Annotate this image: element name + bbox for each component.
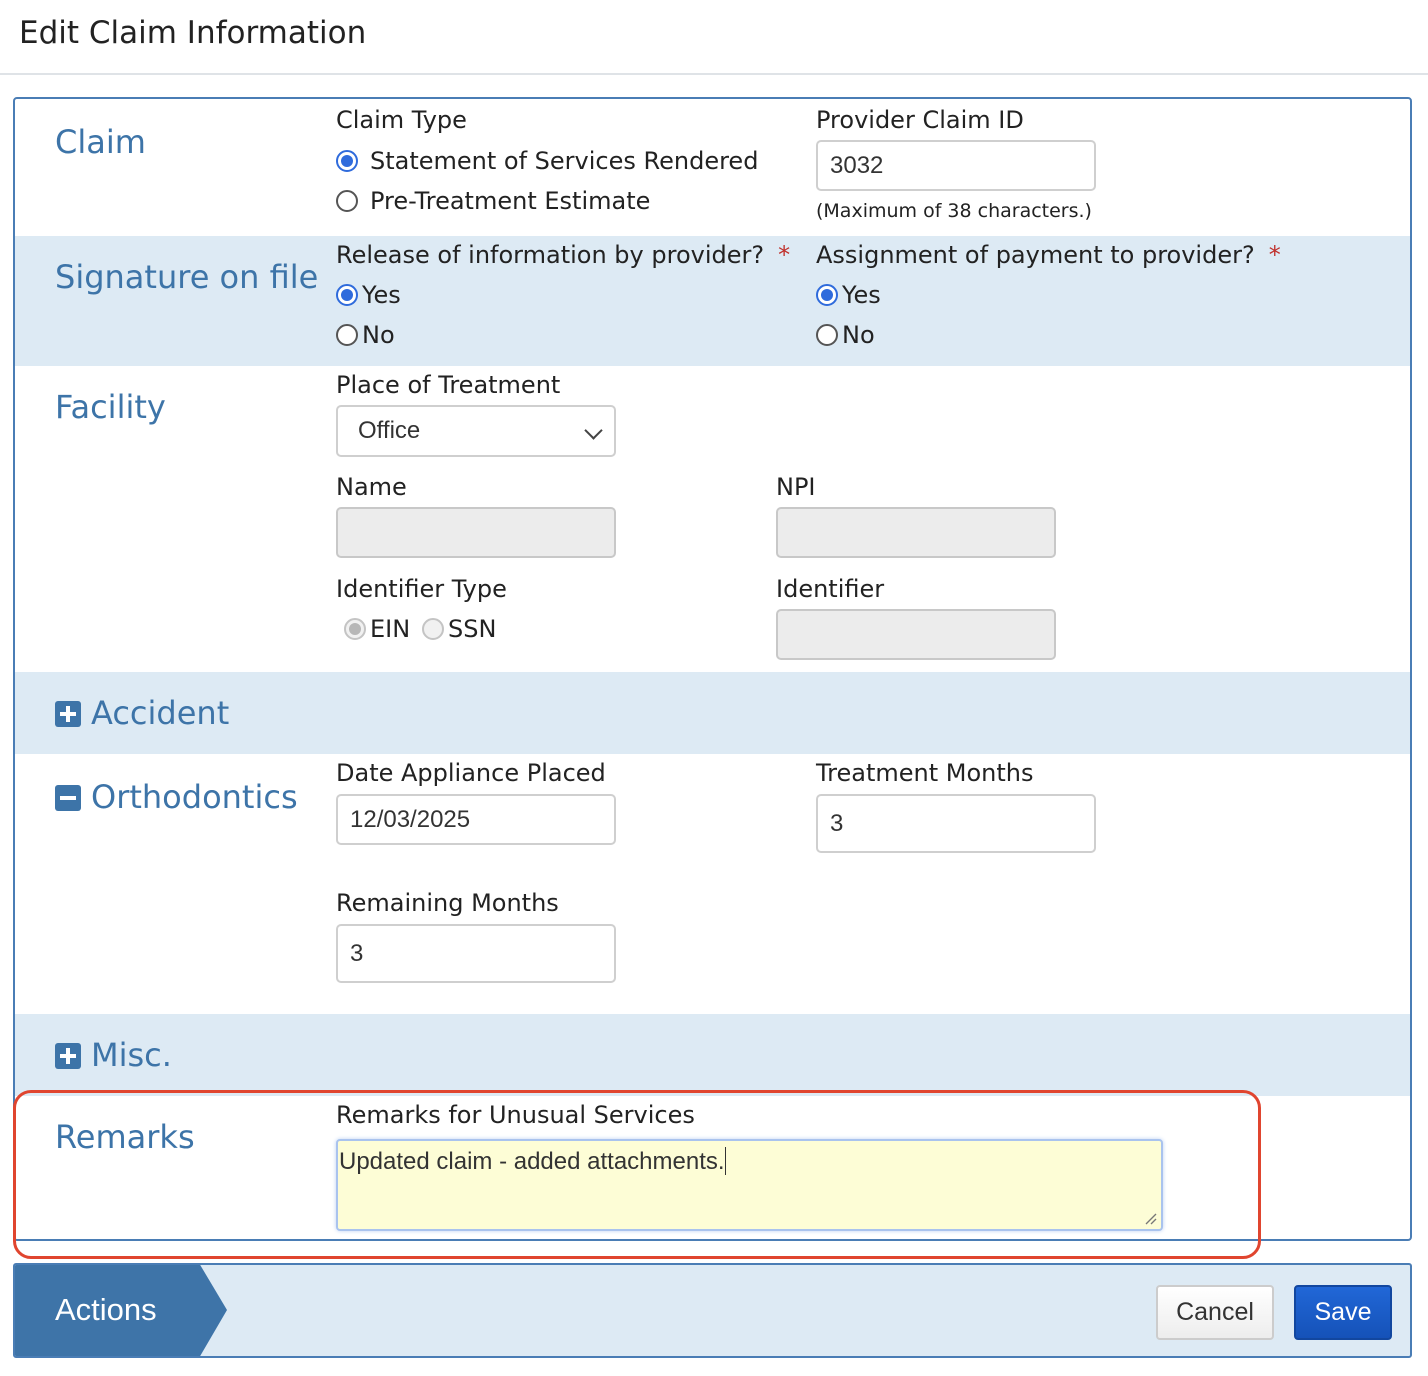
radio-disabled-selected-icon[interactable]: [344, 618, 366, 640]
radio-selected-icon[interactable]: [816, 284, 838, 306]
radio-selected-icon[interactable]: [336, 284, 358, 306]
assignment-payment-option-no[interactable]: No: [816, 321, 875, 349]
release-info-text: Release of information by provider?: [336, 241, 765, 269]
release-info-option-no[interactable]: No: [336, 321, 395, 349]
identifier-input[interactable]: [776, 609, 1056, 660]
place-of-treatment-label: Place of Treatment: [336, 371, 561, 399]
actions-bar: Actions Cancel Save: [13, 1263, 1412, 1358]
accident-section: Accident: [15, 672, 1410, 754]
remarks-highlight-outline: [13, 1090, 1261, 1259]
assignment-payment-option-label: Yes: [842, 281, 881, 309]
provider-claim-id-label: Provider Claim ID: [816, 106, 1024, 134]
facility-name-label: Name: [336, 473, 407, 501]
radio-selected-icon[interactable]: [336, 150, 358, 172]
misc-section: Misc.: [15, 1014, 1410, 1096]
accident-section-toggle[interactable]: Accident: [55, 694, 229, 732]
remaining-months-label: Remaining Months: [336, 889, 559, 917]
facility-npi-input[interactable]: [776, 507, 1056, 558]
provider-claim-id-input[interactable]: 3032: [816, 140, 1096, 191]
identifier-type-option-label: EIN: [370, 615, 411, 643]
assignment-payment-label: Assignment of payment to provider? *: [816, 241, 1281, 269]
identifier-label: Identifier: [776, 575, 885, 603]
misc-section-title: Misc.: [91, 1036, 172, 1074]
radio-unselected-icon[interactable]: [336, 190, 358, 212]
facility-name-input[interactable]: [336, 507, 616, 558]
orthodontics-section: Orthodontics Date Appliance Placed 12/03…: [15, 754, 1410, 1014]
claim-section: Claim Claim Type Statement of Services R…: [15, 99, 1410, 236]
radio-unselected-icon[interactable]: [816, 324, 838, 346]
provider-claim-id-help: (Maximum of 38 characters.): [816, 200, 1092, 222]
place-of-treatment-value: Office: [358, 417, 421, 444]
claim-type-option-label: Pre-Treatment Estimate: [370, 187, 651, 215]
save-button[interactable]: Save: [1294, 1285, 1392, 1340]
assignment-payment-option-yes[interactable]: Yes: [816, 281, 881, 309]
page-title: Edit Claim Information: [19, 15, 367, 51]
orthodontics-section-title: Orthodontics: [91, 778, 298, 816]
identifier-type-option-ssn[interactable]: SSN: [422, 615, 496, 643]
treatment-months-label: Treatment Months: [816, 759, 1034, 787]
claim-type-option-label: Statement of Services Rendered: [370, 147, 759, 175]
treatment-months-input[interactable]: 3: [816, 794, 1096, 853]
radio-disabled-icon[interactable]: [422, 618, 444, 640]
claim-form: Claim Claim Type Statement of Services R…: [13, 97, 1412, 1241]
date-appliance-placed-input[interactable]: 12/03/2025: [336, 794, 616, 845]
claim-type-option-statement[interactable]: Statement of Services Rendered: [336, 147, 758, 175]
claim-type-option-estimate[interactable]: Pre-Treatment Estimate: [336, 187, 650, 215]
assignment-payment-option-label: No: [842, 321, 875, 349]
facility-section-title: Facility: [55, 388, 166, 426]
accident-section-title: Accident: [91, 694, 230, 732]
assignment-payment-text: Assignment of payment to provider?: [816, 241, 1255, 269]
identifier-type-option-label: SSN: [448, 615, 497, 643]
release-info-option-label: Yes: [362, 281, 401, 309]
claim-section-title: Claim: [55, 123, 146, 161]
place-of-treatment-select[interactable]: Office: [336, 405, 616, 457]
remaining-months-input[interactable]: 3: [336, 924, 616, 983]
expand-plus-icon[interactable]: [55, 701, 81, 727]
radio-unselected-icon[interactable]: [336, 324, 358, 346]
facility-section: Facility Place of Treatment Office Name …: [15, 366, 1410, 672]
collapse-minus-icon[interactable]: [55, 785, 81, 811]
date-appliance-placed-label: Date Appliance Placed: [336, 759, 606, 787]
cancel-button[interactable]: Cancel: [1156, 1285, 1274, 1340]
claim-type-label: Claim Type: [336, 106, 467, 134]
page-header: Edit Claim Information: [0, 0, 1428, 75]
release-info-option-yes[interactable]: Yes: [336, 281, 401, 309]
signature-section-title: Signature on file: [55, 258, 319, 296]
signature-section: Signature on file Release of information…: [15, 236, 1410, 366]
required-marker: *: [1268, 241, 1281, 269]
facility-npi-label: NPI: [776, 473, 816, 501]
required-marker: *: [778, 241, 791, 269]
chevron-down-icon: [584, 421, 603, 440]
identifier-type-option-ein[interactable]: EIN: [344, 615, 410, 643]
misc-section-toggle[interactable]: Misc.: [55, 1036, 172, 1074]
identifier-type-label: Identifier Type: [336, 575, 507, 603]
release-info-option-label: No: [362, 321, 395, 349]
orthodontics-section-toggle[interactable]: Orthodontics: [55, 778, 298, 816]
release-info-label: Release of information by provider? *: [336, 241, 790, 269]
actions-title: Actions: [55, 1292, 157, 1327]
expand-plus-icon[interactable]: [55, 1043, 81, 1069]
